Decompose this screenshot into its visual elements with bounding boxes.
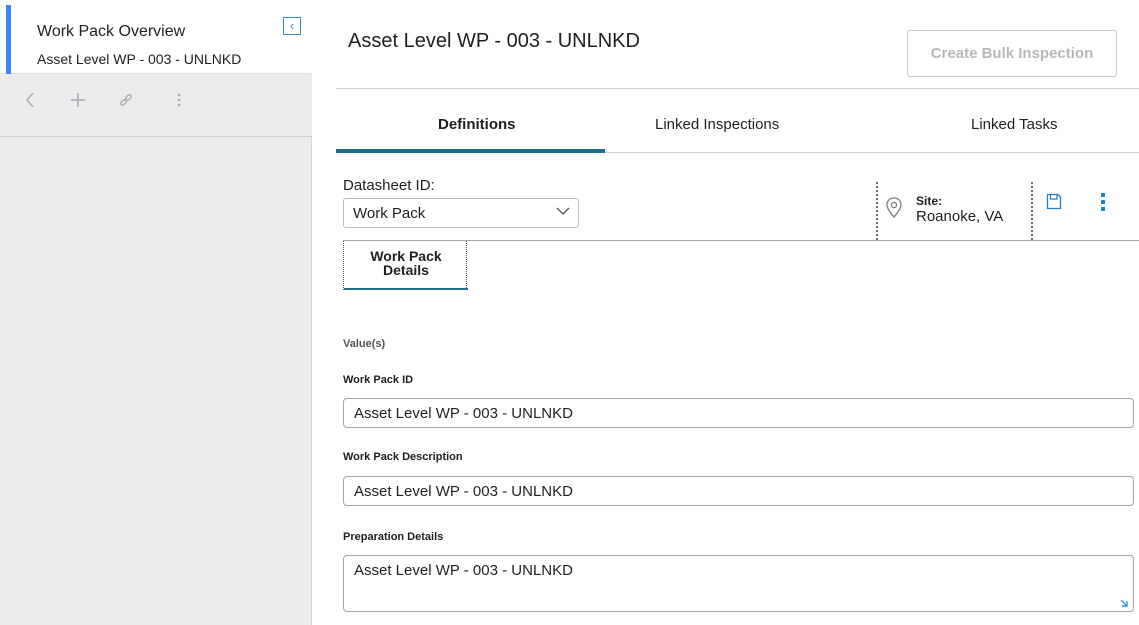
- sidebar-toolbar: [0, 75, 312, 137]
- link-icon[interactable]: [118, 91, 134, 114]
- active-tab-indicator: [336, 149, 605, 153]
- resize-handle-icon[interactable]: [1119, 598, 1129, 608]
- create-bulk-inspection-button[interactable]: Create Bulk Inspection: [907, 30, 1117, 77]
- collapse-panel-icon[interactable]: ‹: [283, 17, 301, 35]
- location-pin-icon: [886, 197, 902, 218]
- chevron-left-icon[interactable]: [24, 91, 36, 114]
- subtab-label: Work Pack Details: [344, 249, 468, 277]
- datasheet-selected-value: Work Pack: [353, 205, 426, 222]
- work-pack-description-field[interactable]: Asset Level WP - 003 - UNLNKD: [343, 476, 1134, 506]
- subtab-indicator: [344, 288, 468, 290]
- tab-linked-inspections[interactable]: Linked Inspections: [655, 116, 779, 133]
- header-divider: [336, 88, 1139, 89]
- sidebar-subtitle: Asset Level WP - 003 - UNLNKD: [37, 51, 242, 67]
- separator: [876, 182, 878, 240]
- tab-work-pack-details[interactable]: Work Pack Details: [343, 241, 468, 290]
- more-options-icon[interactable]: [1099, 193, 1107, 213]
- preparation-details-field[interactable]: Asset Level WP - 003 - UNLNKD: [343, 555, 1134, 612]
- subtab-label-line1: Work Pack: [370, 248, 442, 264]
- selection-accent: [6, 5, 11, 74]
- plus-icon[interactable]: [70, 91, 86, 114]
- separator: [1031, 182, 1033, 240]
- app-window: Work Pack Overview Asset Level WP - 003 …: [0, 0, 1139, 625]
- work-pack-id-label: Work Pack ID: [343, 374, 414, 386]
- save-icon[interactable]: [1046, 193, 1062, 210]
- values-heading: Value(s): [343, 338, 386, 350]
- more-vertical-icon[interactable]: [176, 91, 182, 114]
- sidebar-header[interactable]: Work Pack Overview Asset Level WP - 003 …: [0, 0, 312, 74]
- sidebar-title: Work Pack Overview: [37, 23, 186, 40]
- tab-linked-tasks[interactable]: Linked Tasks: [971, 116, 1057, 133]
- site-value: Roanoke, VA: [916, 208, 1004, 225]
- left-panel: Work Pack Overview Asset Level WP - 003 …: [0, 0, 312, 625]
- datasheet-id-label: Datasheet ID:: [343, 177, 435, 194]
- subtab-label-line2: Details: [383, 262, 429, 278]
- tab-definitions[interactable]: Definitions: [438, 116, 516, 133]
- chevron-down-icon: [556, 207, 570, 215]
- work-pack-description-label: Work Pack Description: [343, 451, 463, 463]
- preparation-details-label: Preparation Details: [343, 531, 444, 543]
- datasheet-select[interactable]: Work Pack: [343, 198, 579, 228]
- page-title: Asset Level WP - 003 - UNLNKD: [348, 30, 640, 52]
- site-label: Site:: [916, 194, 943, 208]
- preparation-details-value: Asset Level WP - 003 - UNLNKD: [354, 562, 573, 579]
- work-pack-id-field[interactable]: Asset Level WP - 003 - UNLNKD: [343, 398, 1134, 428]
